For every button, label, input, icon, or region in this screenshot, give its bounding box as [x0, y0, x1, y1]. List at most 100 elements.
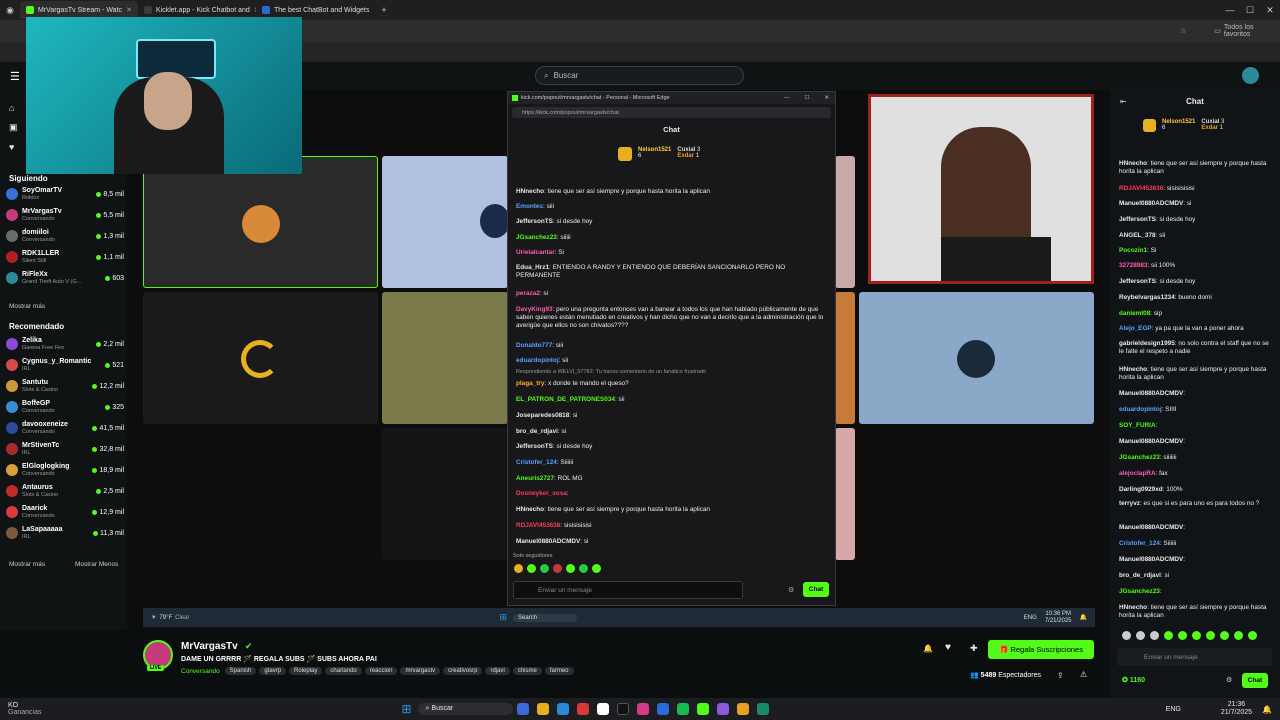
emote-icon[interactable]	[592, 564, 601, 573]
sidebar-channel[interactable]: ElGloglogking Conversando 18,9 mil	[6, 460, 124, 480]
chat-username[interactable]: Manuel0880ADCMDV	[1119, 524, 1183, 531]
popout-minimize-icon[interactable]: —	[784, 95, 790, 101]
chat-username[interactable]: Alejo_EGP	[1119, 325, 1152, 332]
chat-username[interactable]: bro_de_rdjavi	[516, 428, 558, 435]
emote-icon[interactable]	[1178, 631, 1187, 640]
stream-tag[interactable]: rdjavi	[485, 667, 510, 675]
share-icon[interactable]: ⇪	[1057, 671, 1064, 680]
maximize-icon[interactable]: ☐	[1240, 5, 1260, 16]
chat-username[interactable]: Manuel0880ADCMDV	[1119, 390, 1183, 397]
following-heart-icon[interactable]: ♥	[9, 142, 14, 152]
stream-tag[interactable]: creativosrp	[443, 667, 483, 675]
emote-icon[interactable]	[1220, 631, 1229, 640]
stream-tag[interactable]: mrvargastv	[400, 667, 441, 675]
chat-username[interactable]: ANGEL_378	[1119, 232, 1156, 239]
sidebar-channel[interactable]: Antaurus Slots & Casino 2,5 mil	[6, 481, 124, 501]
gift-icon[interactable]: ✚	[970, 643, 978, 654]
follow-heart-icon[interactable]: ♥	[945, 642, 951, 653]
tiktok-icon[interactable]	[617, 703, 630, 715]
emote-icon[interactable]	[1122, 631, 1131, 640]
chat-username[interactable]: danieml08	[1119, 310, 1150, 317]
sidebar-channel[interactable]: MrStivenTc IRL 32,8 mil	[6, 439, 124, 459]
chat-username[interactable]: peraza2	[516, 290, 540, 297]
chat-username[interactable]: Manuel0880ADCMDV	[516, 538, 580, 545]
chat-username[interactable]: HNnecho	[516, 506, 544, 513]
chat-username[interactable]: Emontes	[516, 203, 543, 210]
facebook-icon[interactable]	[657, 703, 670, 715]
chat-username[interactable]: JeffersonTS	[516, 443, 553, 450]
x-icon[interactable]	[597, 703, 610, 715]
stream-category[interactable]: Conversando	[181, 668, 220, 675]
sidebar-channel[interactable]: davooxeneize Conversando 41,5 mil	[6, 418, 124, 438]
sidebar-channel[interactable]: Santutu Slots & Casino 12,2 mil	[6, 376, 124, 396]
obs-icon[interactable]	[757, 703, 770, 715]
chat-username[interactable]: HNnecho	[516, 188, 544, 195]
popout-send-button[interactable]: Chat	[803, 582, 829, 597]
chat-username[interactable]: gabrieldesign1995	[1119, 340, 1175, 347]
chat-username[interactable]: alejoclapRA	[1119, 470, 1156, 477]
taskbar-search[interactable]: ⌕ Buscar	[417, 703, 514, 715]
new-tab-icon[interactable]: +	[374, 5, 394, 15]
chat-username[interactable]: Darling0929xd	[1119, 486, 1163, 493]
sidebar-channel[interactable]: BoffeGP Conversando 325	[6, 397, 124, 417]
browser-menu-icon[interactable]: ◉	[0, 5, 20, 16]
chat-username[interactable]: Donaldo777	[516, 342, 552, 349]
chat-username[interactable]: Urielalcantar	[516, 249, 555, 256]
inner-windows-icon[interactable]: ⊞	[499, 612, 507, 623]
gift-subscriptions-button[interactable]: 🎁 Regala Suscripciones	[988, 640, 1094, 659]
stream-tag[interactable]: farmeo	[544, 667, 574, 675]
favorites-folder[interactable]: ▭ Todos los favoritos	[1214, 24, 1280, 38]
show-more-recommended[interactable]: Mostrar más	[9, 561, 45, 568]
sidebar-channel[interactable]: Daarick Conversando 12,9 mil	[6, 502, 124, 522]
emote-icon[interactable]	[1234, 631, 1243, 640]
chat-username[interactable]: HNnecho	[1119, 366, 1147, 373]
sidebar-channel[interactable]: Cygnus_y_Romantic IRL 521	[6, 355, 124, 375]
popout-close-icon[interactable]: ✕	[824, 95, 829, 101]
chat-username[interactable]: EL_PATRON_DE_PATRONES034	[516, 396, 615, 403]
close-tab-icon[interactable]: ✕	[126, 6, 132, 14]
emote-icon[interactable]	[566, 564, 575, 573]
sidebar-channel[interactable]: RiFleXx Grand Theft Auto V (G... 603	[6, 268, 124, 288]
chat-username[interactable]: HNnecho	[1119, 160, 1147, 167]
show-less-recommended[interactable]: Mostrar Menos	[75, 561, 118, 568]
chat-username[interactable]: Cristofer_124	[1119, 540, 1160, 547]
stream-tag[interactable]: reaccion	[364, 667, 398, 675]
sidebar-channel[interactable]: MrVargasTv Conversando 5,5 mil	[6, 205, 124, 225]
chat-username[interactable]: Pocozin1	[1119, 247, 1147, 254]
chat-username[interactable]: Manuel0880ADCMDV	[1119, 556, 1183, 563]
chat-username[interactable]: plaga_try	[516, 380, 544, 387]
emote-icon[interactable]	[514, 564, 523, 573]
taskbar-widget[interactable]: KO Ganancias	[8, 702, 41, 716]
kick-app-icon[interactable]	[697, 703, 710, 715]
chat-username[interactable]: RDJAVI453636	[516, 522, 560, 529]
stream-tag[interactable]: Roleplay	[289, 667, 323, 675]
chat-username[interactable]: Manuel0880ADCMDV	[1119, 438, 1183, 445]
emote-icon[interactable]	[1248, 631, 1257, 640]
chat-username[interactable]: Cristofer_124	[516, 459, 557, 466]
user-avatar[interactable]	[1242, 67, 1259, 84]
emote-icon[interactable]	[553, 564, 562, 573]
chat-username[interactable]: terryvz	[1119, 500, 1140, 507]
emote-icon[interactable]	[540, 564, 549, 573]
chat-username[interactable]: RDJAVI453636	[1119, 185, 1163, 192]
chat-username[interactable]: bro_de_rdjavi	[1119, 572, 1161, 579]
sidebar-channel[interactable]: SoyOmarTV Roblox 8,5 mil	[6, 184, 124, 204]
chat-username[interactable]: JeffersonTS	[1119, 216, 1156, 223]
chat-username[interactable]: Joseparedes0818	[516, 412, 569, 419]
chat-username[interactable]: HNnecho	[1119, 604, 1147, 611]
chat-username[interactable]: JeffersonTS	[516, 218, 553, 225]
chat-username[interactable]: JGsanchez23	[516, 234, 557, 241]
chat-send-button[interactable]: Chat	[1242, 673, 1268, 688]
report-icon[interactable]: ⚠	[1080, 670, 1087, 679]
youtube-icon[interactable]	[577, 703, 590, 715]
task-view-icon[interactable]	[517, 703, 530, 715]
stream-tag[interactable]: Spanish	[224, 667, 257, 675]
popout-url[interactable]: https://kick.com/popout/mrvargastv/chat	[512, 107, 831, 118]
notification-bell-icon[interactable]: 🔔	[923, 644, 933, 653]
hamburger-menu-icon[interactable]: ☰	[10, 70, 20, 83]
chat-username[interactable]: SOY_FURIA	[1119, 422, 1156, 429]
sidebar-channel[interactable]: Zelika Garena Free Fire 2,2 mil	[6, 334, 124, 354]
chrome-icon[interactable]	[737, 703, 750, 715]
emote-icon[interactable]	[1192, 631, 1201, 640]
taskbar-notification-icon[interactable]: 🔔	[1262, 705, 1272, 714]
